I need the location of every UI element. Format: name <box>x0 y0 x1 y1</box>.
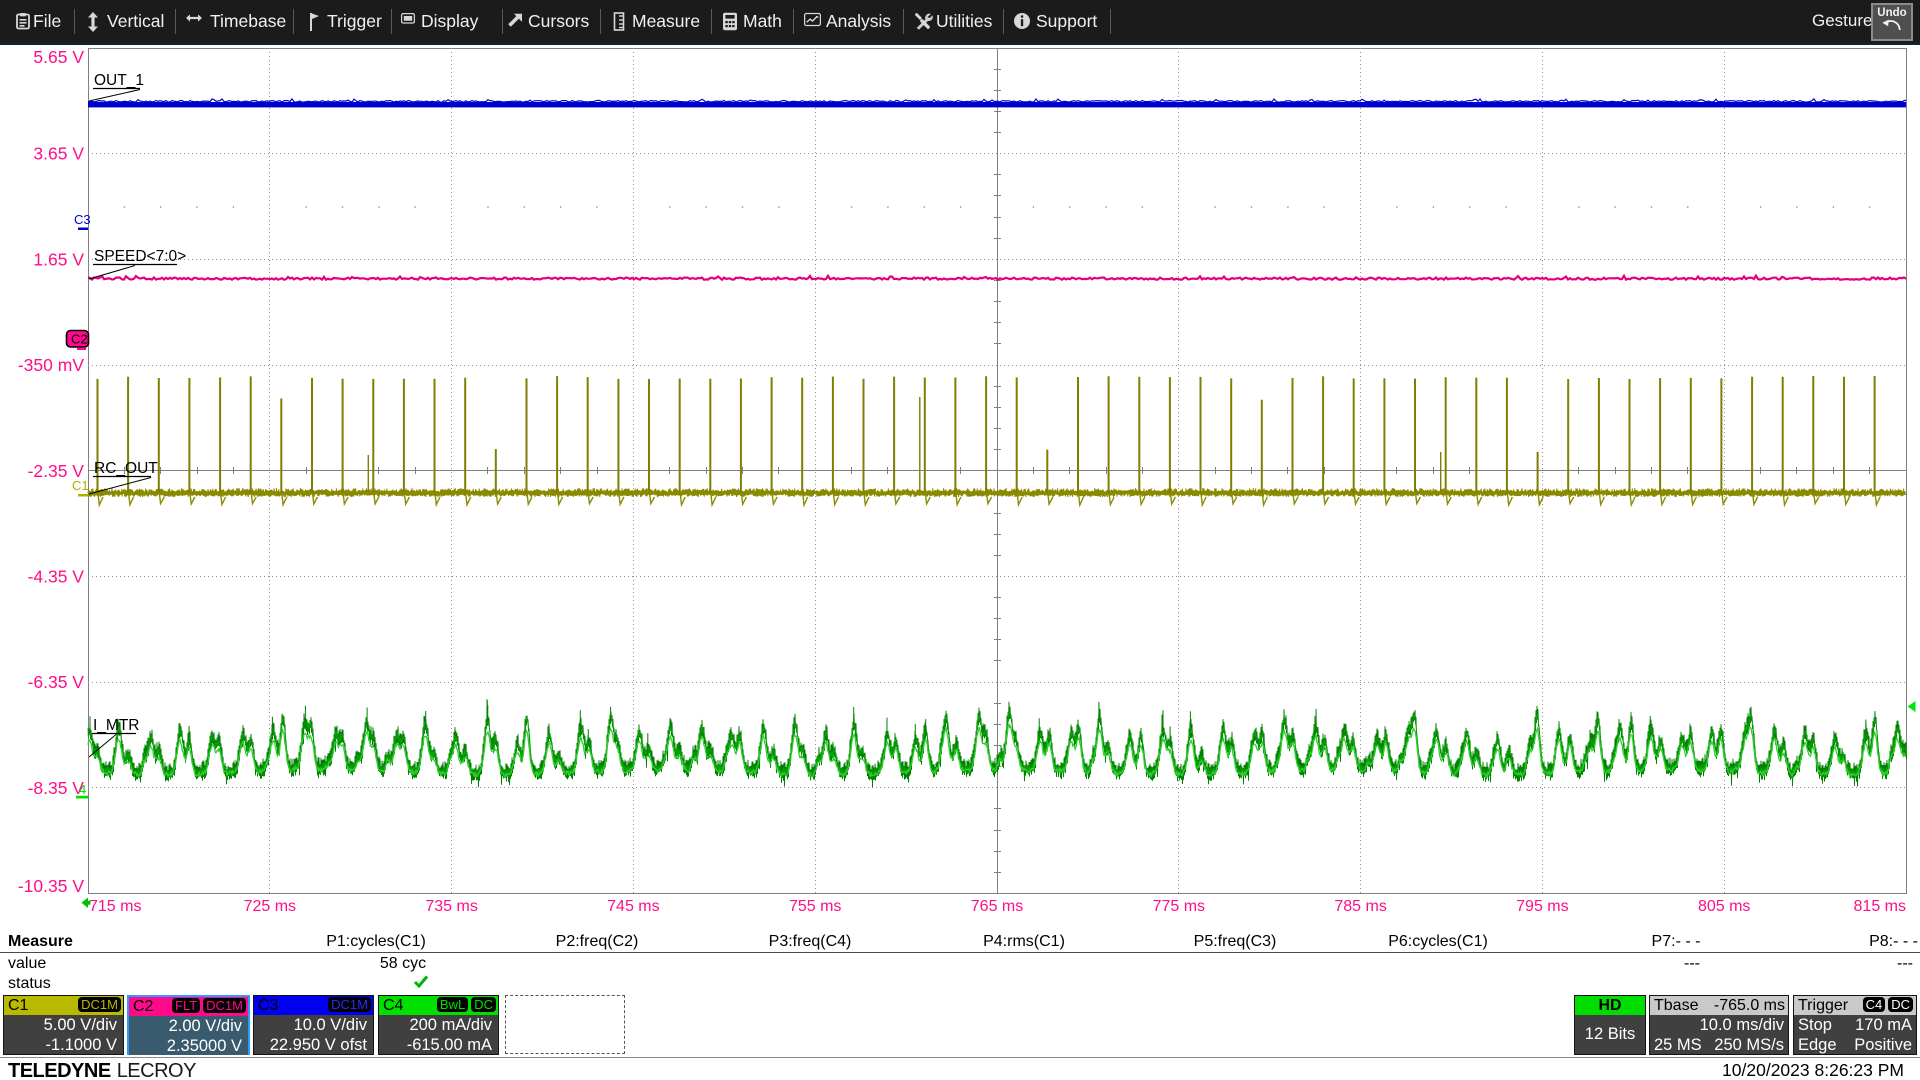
svg-text:785 ms: 785 ms <box>1334 898 1386 915</box>
svg-text:725 ms: 725 ms <box>244 898 296 915</box>
svg-text:OUT_1: OUT_1 <box>94 72 144 89</box>
svg-text:3.65 V: 3.65 V <box>33 144 84 164</box>
svg-text:C2: C2 <box>71 332 88 347</box>
svg-text:795 ms: 795 ms <box>1516 898 1568 915</box>
svg-text:I_MTR: I_MTR <box>93 717 140 734</box>
svg-text:-8.35 V: -8.35 V <box>28 778 85 798</box>
svg-text:C3: C3 <box>74 212 91 227</box>
svg-text:C1: C1 <box>72 478 89 493</box>
svg-text:765 ms: 765 ms <box>971 898 1023 915</box>
svg-text:5.65 V: 5.65 V <box>33 47 84 67</box>
svg-text:-6.35 V: -6.35 V <box>28 672 85 692</box>
svg-text:SPEED<7:0>: SPEED<7:0> <box>94 248 186 265</box>
svg-text:RC_OUT: RC_OUT <box>94 460 158 477</box>
svg-text:715 ms: 715 ms <box>89 898 141 915</box>
svg-text:815 ms: 815 ms <box>1854 898 1906 915</box>
svg-text:755 ms: 755 ms <box>789 898 841 915</box>
svg-text:1.65 V: 1.65 V <box>33 249 84 269</box>
svg-text:-10.35 V: -10.35 V <box>18 876 84 896</box>
svg-text:745 ms: 745 ms <box>607 898 659 915</box>
svg-text:805 ms: 805 ms <box>1698 898 1750 915</box>
svg-text:4: 4 <box>79 782 86 797</box>
svg-text:775 ms: 775 ms <box>1153 898 1205 915</box>
svg-text:-350 mV: -350 mV <box>18 355 84 375</box>
svg-text:-4.35 V: -4.35 V <box>28 567 85 587</box>
svg-text:735 ms: 735 ms <box>425 898 477 915</box>
